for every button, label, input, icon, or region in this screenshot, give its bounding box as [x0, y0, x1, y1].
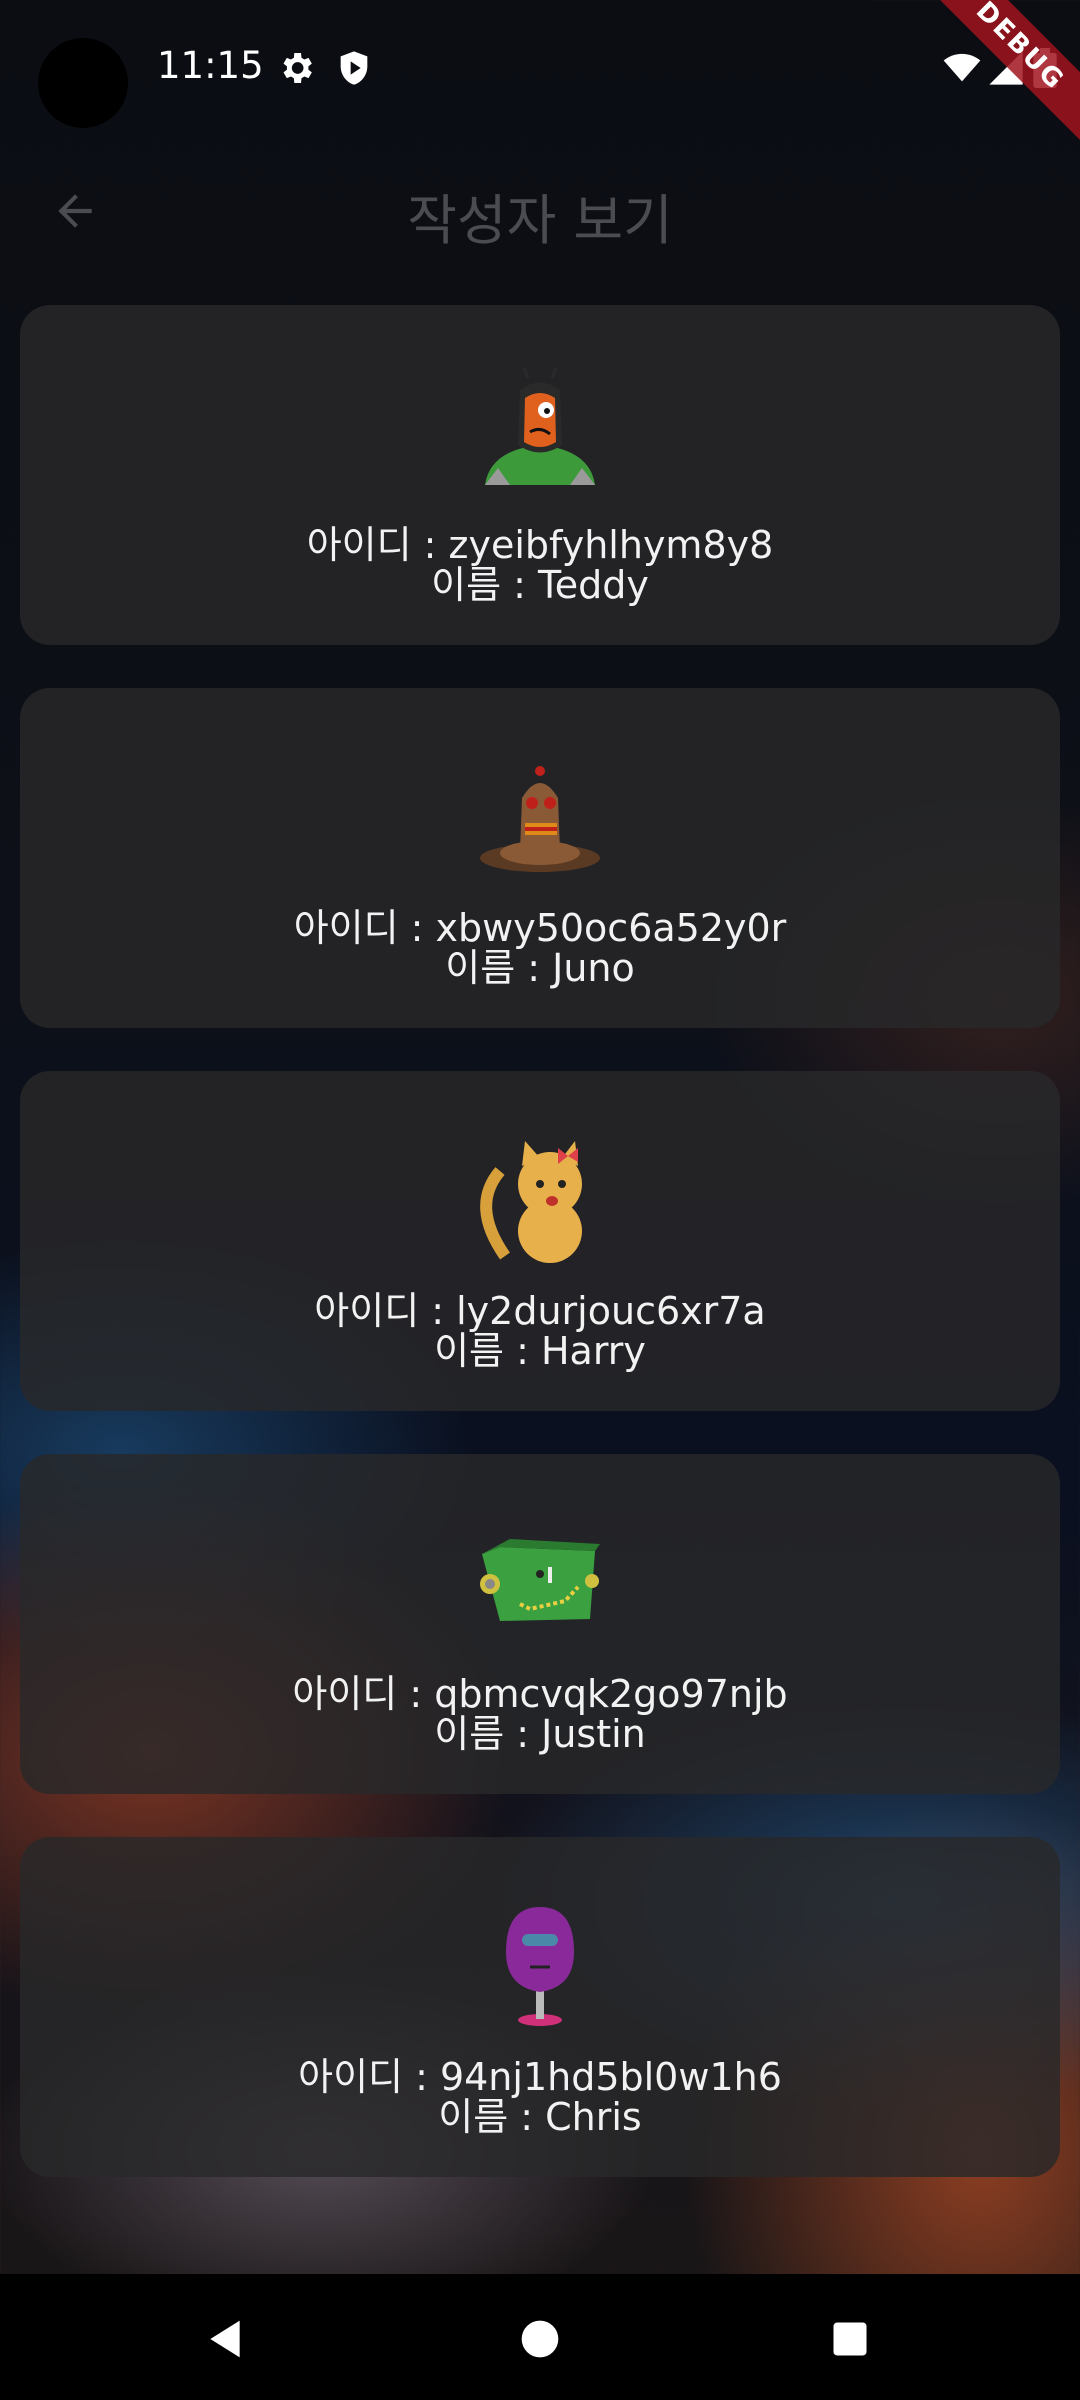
user-id: 아이디 : zyeibfyhlhym8y8	[306, 523, 774, 567]
shield-play-icon	[340, 51, 368, 85]
user-card[interactable]: 아이디 : xbwy50oc6a52y0r 이름 : Juno	[20, 688, 1060, 1028]
user-id: 아이디 : ly2durjouc6xr7a	[314, 1289, 766, 1333]
author-list: 아이디 : zyeibfyhlhym8y8 이름 : Teddy 아이디 : x…	[20, 305, 1060, 2220]
user-name: 이름 : Justin	[434, 1712, 646, 1756]
nav-back-button[interactable]	[195, 2309, 255, 2369]
yellow-cat-avatar	[480, 1141, 582, 1263]
brown-snake-avatar	[480, 766, 600, 872]
user-id: 아이디 : qbmcvqk2go97njb	[292, 1672, 788, 1716]
user-card[interactable]: 아이디 : qbmcvqk2go97njb 이름 : Justin	[20, 1454, 1060, 1794]
user-id: 아이디 : 94nj1hd5bl0w1h6	[298, 2055, 782, 2099]
nav-home-button[interactable]	[510, 2309, 570, 2369]
user-name: 이름 : Teddy	[431, 563, 649, 607]
nav-recents-button[interactable]	[820, 2309, 880, 2369]
user-card[interactable]: 아이디 : 94nj1hd5bl0w1h6 이름 : Chris	[20, 1837, 1060, 2177]
gear-icon	[283, 53, 312, 83]
camera-cutout	[38, 38, 128, 128]
user-card[interactable]: 아이디 : zyeibfyhlhym8y8 이름 : Teddy	[20, 305, 1060, 645]
nav-recents-icon	[833, 2322, 867, 2356]
nav-home-icon	[521, 2320, 559, 2358]
purple-mushroom-avatar	[506, 1907, 574, 2026]
green-robot-avatar	[480, 1539, 600, 1621]
app-bar: 작성자 보기	[0, 136, 1080, 286]
user-name: 이름 : Harry	[434, 1329, 646, 1373]
system-nav-bar	[0, 2274, 1080, 2400]
nav-back-icon	[210, 2320, 240, 2358]
user-name: 이름 : Juno	[445, 946, 635, 990]
wifi-icon	[943, 53, 981, 82]
user-id: 아이디 : xbwy50oc6a52y0r	[293, 906, 787, 950]
user-card[interactable]: 아이디 : ly2durjouc6xr7a 이름 : Harry	[20, 1071, 1060, 1411]
user-name: 이름 : Chris	[438, 2095, 642, 2139]
orange-creature-avatar	[485, 367, 595, 485]
status-time: 11:15	[157, 44, 264, 87]
page-title: 작성자 보기	[407, 189, 673, 252]
status-bar: 11:15 DEBUG	[0, 0, 1080, 155]
